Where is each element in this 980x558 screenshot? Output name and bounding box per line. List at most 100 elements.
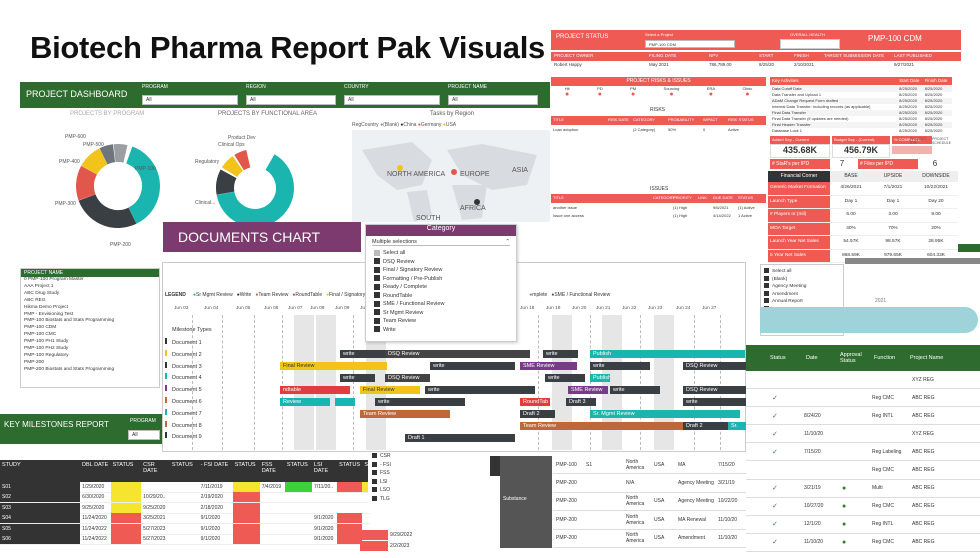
gantt-bar[interactable] xyxy=(335,398,355,406)
risks-table-row[interactable]: Loan adoption (2 Category) 50% 0 Active xyxy=(551,126,766,134)
checkbox-icon[interactable] xyxy=(372,461,377,467)
category-item[interactable]: Sr Mgmt Review xyxy=(374,309,516,318)
regulatory-row[interactable]: ✓ 12/1/20 ● Reg INTL ABC REG xyxy=(746,516,980,534)
gantt-bar[interactable]: SME Review xyxy=(520,362,577,370)
milestone-row[interactable]: S04 11/24/2020 3/25/2021 9/1/2020 9/1/2020 xyxy=(0,513,370,524)
regulatory-row[interactable]: ✓ 3/21/19 ● Multi ABC REG xyxy=(746,480,980,498)
checkbox-icon[interactable] xyxy=(764,283,769,289)
program-dropdown[interactable]: All xyxy=(128,430,160,440)
regulatory-left-row[interactable]: PMP-200 North America USA Agency Meeting 10/… xyxy=(553,493,746,512)
gantt-bar[interactable]: Sr. Mgmt Review xyxy=(590,410,740,418)
gantt-bar[interactable]: write xyxy=(610,386,660,394)
document-row-label[interactable]: Document 5 xyxy=(165,385,202,393)
regulatory-left-row[interactable]: PMP-200 North America USA Amendment 11/10/20 xyxy=(553,530,746,548)
gantt-bar[interactable]: write xyxy=(590,362,650,370)
checkbox-icon[interactable] xyxy=(374,317,380,324)
gantt-bar[interactable]: Team Review xyxy=(360,410,450,418)
gantt-bar[interactable]: DSQ Review xyxy=(385,374,430,382)
gantt-bar[interactable]: RoundTab xyxy=(520,398,550,406)
checkbox-icon[interactable] xyxy=(764,268,769,274)
gantt-bar[interactable]: write xyxy=(425,386,535,394)
milestone-row[interactable]: S03 9/25/2020 9/25/2020 2/18/2020 xyxy=(0,502,370,514)
category-item[interactable]: Write xyxy=(374,326,516,335)
gantt-bar[interactable]: DSQ Review xyxy=(385,350,530,358)
gantt-bar[interactable]: write xyxy=(340,374,375,382)
checkbox-icon[interactable] xyxy=(374,266,380,273)
select-project-dropdown[interactable]: PMP-100 CDM xyxy=(645,40,735,48)
gantt-bar[interactable]: DSQ Review xyxy=(683,362,746,370)
category-item[interactable]: Final / Signatory Review xyxy=(374,266,516,275)
gantt-bar[interactable]: Team Review xyxy=(520,422,685,430)
category-item[interactable]: Team Review xyxy=(374,317,516,326)
risk-cat-era[interactable]: ERA ● xyxy=(707,86,715,102)
checkbox-icon[interactable] xyxy=(374,283,380,290)
document-row-label[interactable]: Document 2 xyxy=(165,349,202,358)
checkbox-icon[interactable] xyxy=(374,309,380,316)
project-list-item[interactable]: PMP-100 Regulatory xyxy=(21,353,159,360)
risk-cat-clinic[interactable]: Clinic ● xyxy=(742,86,752,102)
regulatory-left-row[interactable]: PMP-100 S1 North America USA MA 7/15/20 xyxy=(553,456,746,475)
project-list-item[interactable]: AAA Project 1 xyxy=(21,284,159,291)
project-list-item[interactable]: PMP-200 xyxy=(21,360,159,367)
milestone-row[interactable]: S02 6/30/2020 10/29/20.. 2/19/2020 xyxy=(0,492,370,503)
regulatory-row[interactable]: ✓ 11/10/20 ● Reg CMC ABC REG xyxy=(746,534,980,552)
milestone-row[interactable]: S06 11/24/2022 5/27/2023 9/1/2020 9/1/2020 xyxy=(0,534,370,545)
milestone-row[interactable]: S01 1/29/2020 7/11/2019 7/4/2019 7/11/20.. xyxy=(0,481,370,493)
filter-dropdown-program[interactable]: All xyxy=(142,95,238,105)
regulatory-row[interactable]: ✓ 7/15/20 Reg Labeling ABC REG xyxy=(746,443,980,462)
category-item[interactable]: SME / Functional Review xyxy=(374,300,516,309)
document-row-label[interactable]: Document 3 xyxy=(165,361,202,370)
checkbox-icon[interactable] xyxy=(764,275,769,281)
project-list-item[interactable]: 0 PMP-100 Program Master xyxy=(21,277,159,284)
checkbox-icon[interactable] xyxy=(374,275,380,282)
gantt-bar[interactable]: write xyxy=(543,350,578,358)
timeline-slider[interactable] xyxy=(760,307,978,333)
regulatory-left-row[interactable]: PMP-200 N/A Agency Meeting 3/21/19 xyxy=(553,474,746,493)
world-map[interactable]: NORTH AMERICA EUROPE ASIA AFRICA SOUTH xyxy=(352,130,550,222)
regulatory-left-row[interactable]: PMP-200 North America USA MA Renewal 11/10/2… xyxy=(553,511,746,530)
gantt-bar[interactable]: ndtable xyxy=(280,386,350,394)
regulatory-row[interactable]: Reg CMC ABC REG xyxy=(746,461,980,480)
project-list-item[interactable]: PMP-100 PH2 Study xyxy=(21,346,159,353)
document-row-label[interactable]: Document 8 xyxy=(165,420,202,429)
project-list-item[interactable]: PMP-200 Biostats and Stats Programming xyxy=(21,367,159,374)
milestone-filter-item[interactable]: LSI xyxy=(368,478,488,487)
document-row-label[interactable]: Document 7 xyxy=(165,408,202,417)
gantt-bar[interactable]: Draft 3 xyxy=(566,398,596,406)
map-marker-germany[interactable] xyxy=(451,169,457,175)
type-filter-item[interactable]: (Blank) xyxy=(764,275,840,284)
checkbox-icon[interactable] xyxy=(764,290,769,296)
category-item[interactable]: DSQ Review xyxy=(374,258,516,267)
gantt-bar[interactable]: write xyxy=(375,398,465,406)
category-item[interactable]: Formatting / Pre-Publish xyxy=(374,275,516,284)
risk-cat-pd[interactable]: PD ● xyxy=(597,86,603,102)
regulatory-row[interactable]: ✓ Reg CMC ABC REG xyxy=(746,389,980,408)
gantt-bar[interactable]: Publish xyxy=(590,374,610,382)
regulatory-row[interactable]: ✓ 10/27/20 ● Reg CMC ABC REG xyxy=(746,498,980,516)
gantt-bar[interactable]: Final Review xyxy=(280,362,387,370)
milestone-filter-item[interactable]: - FSI xyxy=(368,461,488,470)
issues-table-row-2[interactable]: Issue one access (1) High 4/14/2022 1 Activ… xyxy=(551,212,766,220)
gantt-bar[interactable]: Publish xyxy=(590,350,745,358)
document-row-label[interactable]: Document 1 xyxy=(165,338,202,346)
type-filter-item[interactable]: Amendment xyxy=(764,290,840,299)
gantt-bar[interactable]: Draft 1 xyxy=(405,434,515,442)
risk-cat-pm[interactable]: PM ● xyxy=(630,86,636,102)
project-list-item[interactable]: ABC REG xyxy=(21,298,159,305)
checkbox-icon[interactable] xyxy=(374,292,380,299)
document-row-label[interactable]: Document 6 xyxy=(165,397,202,405)
checkbox-icon[interactable] xyxy=(372,470,377,476)
category-item[interactable]: Select all xyxy=(374,249,516,258)
gantt-bar[interactable]: write xyxy=(430,362,515,370)
risk-cat-hit[interactable]: Hit ● xyxy=(565,86,570,102)
checkbox-icon[interactable] xyxy=(374,249,380,256)
milestone-row[interactable]: S05 11/24/2022 5/27/2023 9/1/2020 9/1/2020 xyxy=(0,523,370,535)
checkbox-icon[interactable] xyxy=(374,326,380,333)
issues-table-row-1[interactable]: another issue (1) High 9/6/2021 (1) Active xyxy=(551,204,766,212)
checkbox-icon[interactable] xyxy=(372,453,377,459)
checkbox-icon[interactable] xyxy=(374,258,380,265)
regulatory-row[interactable]: ✓ 8/24/20 Reg INTL ABC REG xyxy=(746,407,980,426)
gantt-bar[interactable]: Review xyxy=(280,398,330,406)
risk-cat-sourcing[interactable]: Sourcing ● xyxy=(664,86,680,102)
gantt-bar[interactable]: SME Review xyxy=(568,386,608,394)
